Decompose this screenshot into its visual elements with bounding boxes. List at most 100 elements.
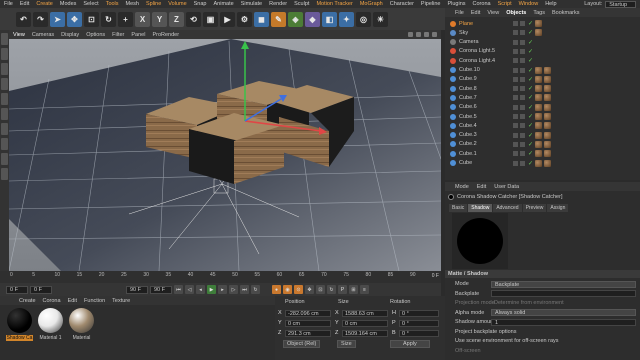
enabled-check-icon[interactable]: ✓ bbox=[528, 76, 533, 83]
scale-key-icon[interactable]: ⊡ bbox=[316, 285, 325, 294]
menu-item-spline[interactable]: Spline bbox=[146, 1, 161, 7]
render-dot-icon[interactable] bbox=[520, 104, 525, 110]
object-row[interactable]: Cube.3 ✓ bbox=[445, 131, 640, 140]
attribute-menu-mode[interactable]: Mode bbox=[455, 184, 469, 190]
record-key-icon[interactable]: ● bbox=[272, 285, 281, 294]
object-name[interactable]: Plane bbox=[459, 21, 511, 27]
material-tag-icon[interactable] bbox=[544, 113, 552, 120]
material-tag-icon[interactable] bbox=[544, 75, 552, 83]
object-tab-file[interactable]: File bbox=[455, 10, 464, 16]
object-name[interactable]: Cube.3 bbox=[459, 132, 511, 138]
snap-icon[interactable] bbox=[1, 153, 8, 165]
material-tag-icon[interactable] bbox=[535, 159, 543, 167]
layout-dropdown[interactable]: Startup bbox=[605, 0, 636, 8]
axis-mode-icon[interactable] bbox=[1, 123, 8, 135]
render-dot-icon[interactable] bbox=[520, 160, 525, 166]
move-tool-icon[interactable]: ✥ bbox=[67, 11, 82, 27]
material-tag-icon[interactable] bbox=[544, 140, 552, 148]
enabled-check-icon[interactable]: ✓ bbox=[528, 67, 533, 74]
maximize-view-icon[interactable] bbox=[432, 32, 437, 37]
enabled-check-icon[interactable]: ✓ bbox=[528, 39, 533, 46]
rotation-key-icon[interactable]: ↻ bbox=[327, 285, 336, 294]
material-menu-function[interactable]: Function bbox=[84, 298, 105, 304]
rotate-tool-icon[interactable]: ↻ bbox=[101, 11, 116, 27]
enabled-check-icon[interactable]: ✓ bbox=[528, 160, 533, 167]
axis-z-button[interactable]: Z bbox=[169, 11, 184, 27]
material-menu-create[interactable]: Create bbox=[19, 298, 36, 304]
size-mode-dropdown[interactable]: Size bbox=[337, 340, 356, 348]
object-tab-tags[interactable]: Tags bbox=[533, 10, 545, 16]
material-tag-icon[interactable] bbox=[535, 94, 543, 102]
edges-mode-icon[interactable] bbox=[1, 63, 8, 75]
visibility-dot-icon[interactable] bbox=[513, 39, 518, 45]
material-tag-icon[interactable] bbox=[544, 66, 552, 74]
enabled-check-icon[interactable]: ✓ bbox=[528, 29, 533, 36]
render-dot-icon[interactable] bbox=[520, 76, 525, 82]
object-row[interactable]: Camera ✓ bbox=[445, 38, 640, 47]
visibility-dot-icon[interactable] bbox=[513, 151, 518, 157]
object-name[interactable]: Corona Light.5 bbox=[459, 48, 511, 54]
attribute-value[interactable] bbox=[491, 290, 636, 297]
material-tag-icon[interactable] bbox=[544, 85, 552, 93]
enabled-check-icon[interactable]: ✓ bbox=[528, 113, 533, 120]
material-tag-icon[interactable] bbox=[535, 150, 543, 158]
material-thumbnail[interactable]: Shadow Ca bbox=[6, 308, 33, 352]
menu-item-sculpt[interactable]: Sculpt bbox=[294, 1, 309, 7]
enabled-check-icon[interactable]: ✓ bbox=[528, 57, 533, 64]
material-tag-icon[interactable] bbox=[535, 131, 543, 139]
material-tag-icon[interactable] bbox=[544, 150, 552, 158]
menu-item-create[interactable]: Create bbox=[36, 1, 53, 7]
enabled-check-icon[interactable]: ✓ bbox=[528, 122, 533, 129]
object-row[interactable]: Cube.6 ✓ bbox=[445, 103, 640, 112]
enabled-check-icon[interactable]: ✓ bbox=[528, 132, 533, 139]
menu-item-edit[interactable]: Edit bbox=[20, 1, 29, 7]
object-row[interactable]: Cube.1 ✓ bbox=[445, 149, 640, 158]
undo-icon[interactable]: ↶ bbox=[16, 11, 31, 27]
axis-y-button[interactable]: Y bbox=[152, 11, 167, 27]
object-tab-bookmarks[interactable]: Bookmarks bbox=[552, 10, 580, 16]
render-dot-icon[interactable] bbox=[520, 58, 525, 64]
render-dot-icon[interactable] bbox=[520, 21, 525, 26]
menu-item-volume[interactable]: Volume bbox=[168, 1, 186, 7]
redo-icon[interactable]: ↷ bbox=[33, 11, 48, 27]
go-to-end-icon[interactable]: ⏭ bbox=[240, 285, 249, 294]
object-row[interactable]: Cube.8 ✓ bbox=[445, 84, 640, 93]
3d-viewport[interactable] bbox=[9, 39, 441, 271]
material-menu-texture[interactable]: Texture bbox=[112, 298, 130, 304]
material-tag-icon[interactable] bbox=[544, 122, 552, 130]
render-dot-icon[interactable] bbox=[520, 86, 525, 92]
pen-icon[interactable]: ✎ bbox=[271, 11, 286, 27]
move-view-icon[interactable] bbox=[408, 32, 413, 37]
render-view-icon[interactable]: ▶ bbox=[220, 11, 235, 27]
rotation-field[interactable]: 0 ° bbox=[399, 329, 439, 337]
material-tag-icon[interactable] bbox=[535, 103, 543, 111]
attribute-value[interactable]: 1 bbox=[491, 318, 636, 326]
visibility-dot-icon[interactable] bbox=[513, 114, 518, 119]
play-icon[interactable]: ▶ bbox=[207, 285, 216, 294]
material-tag-icon[interactable] bbox=[535, 29, 543, 37]
object-name[interactable]: Corona Light.4 bbox=[459, 58, 511, 64]
visibility-dot-icon[interactable] bbox=[513, 132, 518, 138]
position-key-icon[interactable]: ✥ bbox=[305, 285, 314, 294]
object-name[interactable]: Cube.4 bbox=[459, 123, 511, 129]
render-dot-icon[interactable] bbox=[520, 48, 525, 54]
material-thumbnail[interactable]: Material 1 bbox=[37, 308, 64, 352]
layout-selector[interactable]: Layout: Startup bbox=[584, 0, 636, 8]
visibility-dot-icon[interactable] bbox=[513, 58, 518, 64]
object-row[interactable]: Cube.7 ✓ bbox=[445, 93, 640, 102]
enabled-check-icon[interactable]: ✓ bbox=[528, 20, 533, 27]
visibility-dot-icon[interactable] bbox=[513, 123, 518, 129]
attribute-tab-assign[interactable]: Assign bbox=[547, 204, 569, 212]
parameter-key-icon[interactable]: P bbox=[338, 285, 347, 294]
menu-item-character[interactable]: Character bbox=[390, 1, 414, 7]
next-frame-icon[interactable]: ▸ bbox=[218, 285, 227, 294]
render-dot-icon[interactable] bbox=[520, 132, 525, 138]
menu-item-simulate[interactable]: Simulate bbox=[241, 1, 262, 7]
visibility-dot-icon[interactable] bbox=[513, 95, 518, 101]
menu-item-corona[interactable]: Corona bbox=[473, 1, 491, 7]
viewport-menu-view[interactable]: View bbox=[13, 32, 25, 38]
render-dot-icon[interactable] bbox=[520, 30, 525, 36]
material-thumbnail[interactable]: Material bbox=[68, 308, 95, 352]
visibility-dot-icon[interactable] bbox=[513, 67, 518, 73]
apply-button[interactable]: Apply bbox=[390, 340, 430, 348]
